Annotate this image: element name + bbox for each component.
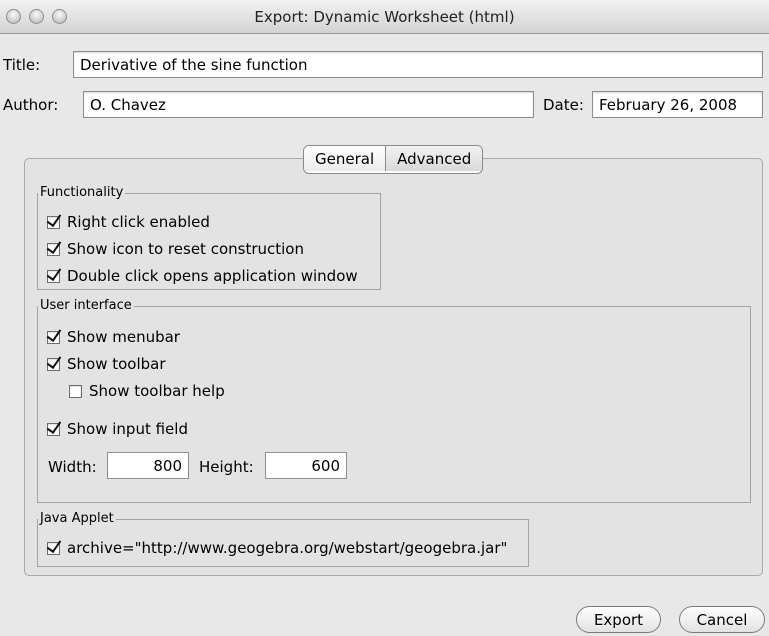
functionality-group-label: Functionality bbox=[38, 185, 126, 200]
width-label: Width: bbox=[48, 458, 97, 476]
height-field[interactable]: 600 bbox=[265, 452, 347, 479]
title-label: Title: bbox=[3, 56, 41, 74]
author-label: Author: bbox=[3, 96, 59, 114]
title-field[interactable]: Derivative of the sine function bbox=[73, 51, 763, 78]
user-interface-group-label: User interface bbox=[38, 298, 134, 313]
checkbox-checked-icon[interactable] bbox=[47, 330, 60, 344]
checkbox-show-menubar[interactable]: Show menubar bbox=[47, 328, 180, 346]
checkbox-label: Show menubar bbox=[67, 328, 180, 346]
checkbox-right-click-enabled[interactable]: Right click enabled bbox=[47, 213, 210, 231]
checkbox-show-toolbar[interactable]: Show toolbar bbox=[47, 355, 166, 373]
checkbox-unchecked-icon[interactable] bbox=[69, 384, 82, 398]
tab-general[interactable]: General bbox=[304, 146, 387, 171]
checkbox-checked-icon[interactable] bbox=[47, 242, 60, 256]
checkbox-checked-icon[interactable] bbox=[47, 541, 60, 555]
checkbox-label: archive="http://www.geogebra.org/webstar… bbox=[67, 539, 508, 557]
checkbox-label: Double click opens application window bbox=[67, 267, 358, 285]
checkbox-show-reset-icon[interactable]: Show icon to reset construction bbox=[47, 240, 304, 258]
title-bar: Export: Dynamic Worksheet (html) bbox=[0, 0, 769, 34]
height-label: Height: bbox=[199, 458, 254, 476]
cancel-button[interactable]: Cancel bbox=[679, 606, 765, 633]
checkbox-show-toolbar-help[interactable]: Show toolbar help bbox=[69, 382, 225, 400]
java-applet-group-label: Java Applet bbox=[38, 511, 116, 526]
checkbox-archive[interactable]: archive="http://www.geogebra.org/webstar… bbox=[47, 539, 507, 557]
checkbox-label: Show input field bbox=[67, 420, 188, 438]
window-title: Export: Dynamic Worksheet (html) bbox=[254, 8, 515, 26]
tab-advanced[interactable]: Advanced bbox=[386, 146, 483, 171]
checkbox-show-input-field[interactable]: Show input field bbox=[47, 420, 188, 438]
checkbox-label: Show toolbar help bbox=[89, 382, 225, 400]
date-field[interactable]: February 26, 2008 bbox=[592, 91, 763, 118]
checkbox-checked-icon[interactable] bbox=[47, 422, 60, 436]
checkbox-label: Right click enabled bbox=[67, 213, 210, 231]
checkbox-checked-icon[interactable] bbox=[47, 215, 60, 229]
export-button[interactable]: Export bbox=[576, 606, 661, 633]
checkbox-double-click-opens-app[interactable]: Double click opens application window bbox=[47, 267, 358, 285]
checkbox-label: Show icon to reset construction bbox=[67, 240, 304, 258]
tab-bar: General Advanced bbox=[303, 145, 484, 174]
checkbox-checked-icon[interactable] bbox=[47, 357, 60, 371]
date-label: Date: bbox=[543, 96, 584, 114]
export-dialog-window: Export: Dynamic Worksheet (html) Title: … bbox=[0, 0, 769, 636]
width-field[interactable]: 800 bbox=[107, 452, 189, 479]
checkbox-label: Show toolbar bbox=[67, 355, 166, 373]
checkbox-checked-icon[interactable] bbox=[47, 269, 60, 283]
author-field[interactable]: O. Chavez bbox=[83, 91, 534, 118]
